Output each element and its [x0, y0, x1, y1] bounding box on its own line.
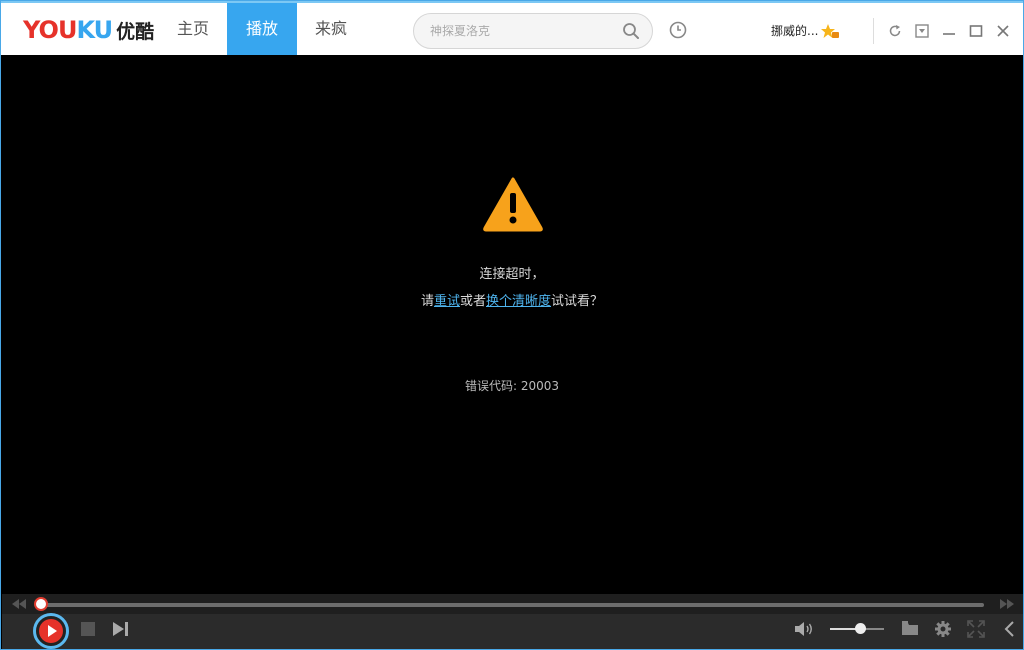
volume-thumb[interactable] — [854, 623, 866, 634]
clock-icon[interactable] — [669, 21, 687, 39]
fast-forward-icon[interactable] — [1000, 599, 1014, 609]
rewind-icon[interactable] — [12, 599, 26, 609]
progress-track[interactable] — [40, 603, 984, 607]
error-code-value: 20003 — [520, 379, 560, 393]
progress-bar-row — [2, 594, 1023, 614]
error-code: 错误代码: 20003 — [2, 377, 1022, 394]
tab-play[interactable]: 播放 — [227, 3, 298, 55]
logo-cn-text: 优酷 — [116, 21, 155, 43]
youku-logo[interactable]: YOUKU 优酷 — [23, 17, 154, 43]
minimize-icon[interactable] — [942, 24, 956, 38]
youku-app-window: YOUKU 优酷 主页 播放 来疯 挪威的... — [0, 0, 1024, 650]
play-button[interactable] — [33, 613, 69, 649]
volume-icon[interactable] — [794, 621, 814, 637]
user-account[interactable]: 挪威的... — [771, 22, 840, 39]
gear-icon[interactable] — [934, 620, 952, 638]
user-name: 挪威的... — [771, 24, 819, 38]
play-icon — [39, 619, 63, 643]
stop-button[interactable] — [81, 622, 95, 636]
window-controls — [873, 17, 1023, 45]
error-suggestion: 请重试或者换个清晰度试试看？ — [420, 294, 604, 309]
chevron-left-icon[interactable] — [1002, 620, 1016, 638]
divider — [873, 18, 874, 44]
refresh-icon[interactable] — [888, 24, 902, 38]
fullscreen-icon[interactable] — [967, 620, 985, 638]
error-code-label: 错误代码: — [464, 379, 518, 393]
change-quality-link[interactable]: 换个清晰度 — [486, 294, 551, 309]
close-icon[interactable] — [996, 24, 1010, 38]
search-input[interactable] — [430, 14, 620, 48]
video-area[interactable]: 连接超时， 请重试或者换个清晰度试试看？ 错误代码: 20003 — [2, 55, 1023, 594]
next-track-icon[interactable] — [112, 621, 130, 637]
warning-triangle-icon — [483, 177, 543, 232]
progress-thumb[interactable] — [34, 597, 48, 611]
folder-icon[interactable] — [901, 620, 919, 636]
maximize-icon[interactable] — [969, 24, 983, 38]
search-box — [413, 13, 653, 49]
error-message: 连接超时， — [479, 267, 545, 282]
player-controls — [2, 594, 1023, 649]
tab-home[interactable]: 主页 — [159, 3, 227, 55]
logo-text: YOUKU — [23, 16, 113, 44]
main-nav: 主页 播放 来疯 — [159, 3, 365, 55]
mini-mode-icon[interactable] — [915, 24, 929, 38]
vip-star-badge-icon — [821, 23, 840, 38]
top-bar: YOUKU 优酷 主页 播放 来疯 挪威的... — [1, 1, 1023, 55]
retry-link[interactable]: 重试 — [434, 294, 460, 309]
tab-laifeng[interactable]: 来疯 — [297, 3, 365, 55]
search-icon[interactable] — [622, 22, 640, 40]
